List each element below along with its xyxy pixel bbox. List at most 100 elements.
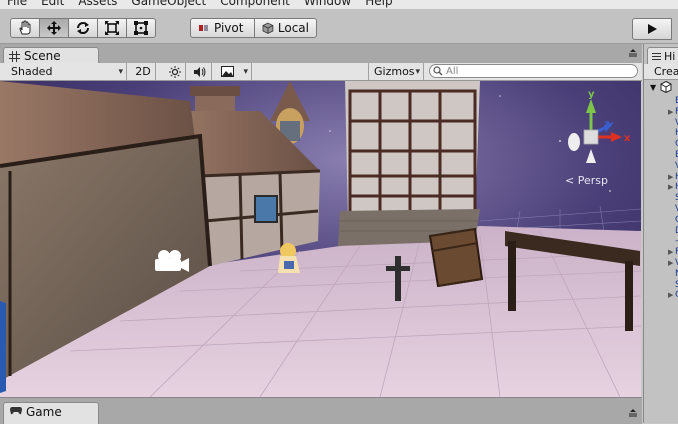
rotate-icon bbox=[77, 22, 89, 34]
lighting-toggle[interactable] bbox=[164, 63, 186, 80]
hierarchy-list-icon bbox=[652, 52, 661, 60]
menu-component[interactable]: Component bbox=[213, 0, 297, 9]
tab-hierarchy-label: Hi bbox=[664, 49, 676, 63]
menu-assets[interactable]: Assets bbox=[71, 0, 124, 9]
pivot-local-group: Pivot Local bbox=[190, 18, 317, 38]
hand-tool-button[interactable] bbox=[10, 18, 40, 38]
hierarchy-row[interactable]: S bbox=[644, 193, 678, 204]
unity-scene-icon bbox=[660, 81, 672, 93]
hierarchy-row[interactable]: ▶ F bbox=[644, 247, 678, 258]
projection-label[interactable]: < Persp bbox=[565, 174, 608, 187]
hierarchy-row[interactable]: V bbox=[644, 204, 678, 215]
hierarchy-list: E▶FVHCEV▶H▶HSVCD—▶F▶VNS▶C bbox=[644, 96, 678, 301]
2d-toggle[interactable]: 2D bbox=[131, 63, 156, 80]
tab-scene[interactable]: Scene bbox=[3, 47, 99, 64]
game-tab-strip: Game bbox=[0, 397, 642, 424]
local-button[interactable]: Local bbox=[254, 18, 317, 38]
hierarchy-row[interactable]: ▶H bbox=[644, 172, 678, 183]
hand-icon bbox=[19, 20, 31, 35]
hierarchy-create-button[interactable]: Crea bbox=[644, 64, 678, 80]
gizmos-dropdown[interactable]: Gizmos bbox=[368, 63, 424, 80]
move-tool-button[interactable] bbox=[39, 18, 69, 38]
gizmos-label: Gizmos bbox=[374, 65, 415, 78]
pivot-label: Pivot bbox=[214, 21, 244, 35]
expand-arrow-icon[interactable]: ▶ bbox=[668, 172, 673, 183]
hierarchy-row[interactable]: E bbox=[644, 96, 678, 107]
scale-tool-button[interactable] bbox=[97, 18, 127, 38]
hierarchy-row[interactable]: D bbox=[644, 226, 678, 237]
collapse-arrow-icon[interactable]: ▼ bbox=[650, 83, 656, 92]
axis-y-label: y bbox=[588, 89, 595, 100]
shading-mode-label: Shaded bbox=[11, 65, 53, 78]
hierarchy-row[interactable]: V bbox=[644, 118, 678, 129]
hierarchy-row[interactable]: V bbox=[644, 161, 678, 172]
speaker-icon bbox=[194, 66, 206, 77]
orientation-gizmo[interactable]: y z x bbox=[566, 87, 636, 167]
tab-scene-label: Scene bbox=[24, 49, 61, 63]
hierarchy-row[interactable]: ▶C bbox=[644, 290, 678, 301]
rect-icon bbox=[134, 21, 148, 35]
axis-y-cone[interactable] bbox=[586, 99, 596, 113]
axis-z-label: z bbox=[604, 119, 610, 130]
hierarchy-row[interactable]: ▶H bbox=[644, 182, 678, 193]
hierarchy-row[interactable]: S bbox=[644, 280, 678, 291]
rect-tool-button[interactable] bbox=[126, 18, 156, 38]
2d-label: 2D bbox=[135, 65, 151, 78]
cube-icon bbox=[262, 22, 274, 34]
tab-game[interactable]: Game bbox=[3, 402, 99, 424]
shading-mode-dropdown[interactable]: Shaded bbox=[0, 63, 127, 80]
menu-file[interactable]: File bbox=[0, 0, 34, 9]
scene-tab-strip: Scene bbox=[0, 44, 642, 64]
menu-help[interactable]: Help bbox=[358, 0, 399, 9]
game-tab-menu-icon[interactable] bbox=[628, 408, 638, 418]
main-toolbar: Pivot Local bbox=[0, 9, 678, 44]
tab-game-label: Game bbox=[26, 405, 62, 419]
scene-toolbar: Shaded 2D Gizmos All bbox=[0, 63, 642, 81]
expand-arrow-icon[interactable]: ▶ bbox=[668, 258, 673, 269]
expand-arrow-icon[interactable]: ▶ bbox=[668, 107, 673, 118]
axis-x-cone[interactable] bbox=[611, 132, 622, 142]
axis-x-label: x bbox=[624, 133, 631, 144]
expand-arrow-icon[interactable]: ▶ bbox=[668, 247, 673, 258]
rotate-tool-button[interactable] bbox=[68, 18, 98, 38]
hierarchy-row[interactable]: ▶V bbox=[644, 258, 678, 269]
search-placeholder: All bbox=[446, 65, 459, 77]
expand-arrow-icon[interactable]: ▶ bbox=[668, 182, 673, 193]
image-icon bbox=[221, 66, 234, 77]
audio-toggle[interactable] bbox=[188, 63, 212, 80]
menu-edit[interactable]: Edit bbox=[34, 0, 71, 9]
hierarchy-row[interactable]: C bbox=[644, 139, 678, 150]
move-arrows-icon bbox=[47, 21, 61, 35]
hierarchy-row[interactable]: — bbox=[644, 236, 678, 247]
hierarchy-panel: Hi Crea ▼ E▶FVHCEV▶H▶HSVCD—▶F▶VNS▶C bbox=[643, 44, 678, 423]
tab-hierarchy[interactable]: Hi bbox=[647, 47, 678, 64]
create-label: Crea bbox=[654, 65, 678, 78]
hierarchy-row[interactable]: E bbox=[644, 150, 678, 161]
scene-viewport[interactable]: y z x < Persp bbox=[0, 81, 641, 397]
sun-icon bbox=[168, 65, 181, 78]
scene-root-row[interactable]: ▼ bbox=[650, 81, 672, 93]
play-button[interactable] bbox=[632, 18, 672, 40]
scale-icon bbox=[105, 21, 119, 35]
tab-menu-icon[interactable] bbox=[628, 48, 638, 58]
local-label: Local bbox=[277, 21, 309, 35]
menu-bar: File Edit Assets GameObject Component Wi… bbox=[0, 0, 678, 9]
menu-window[interactable]: Window bbox=[297, 0, 358, 9]
pivot-button[interactable]: Pivot bbox=[190, 18, 255, 38]
scene-render bbox=[0, 81, 641, 397]
game-controller-icon bbox=[10, 407, 22, 415]
hierarchy-row[interactable]: C bbox=[644, 215, 678, 226]
effects-dropdown[interactable] bbox=[216, 63, 252, 80]
scene-grid-icon bbox=[9, 50, 20, 62]
menu-gameobject[interactable]: GameObject bbox=[124, 0, 213, 9]
search-icon bbox=[433, 66, 443, 76]
transform-tools bbox=[10, 18, 156, 38]
hierarchy-row[interactable]: ▶ F bbox=[644, 107, 678, 118]
play-icon bbox=[648, 24, 657, 34]
scene-search-field[interactable]: All bbox=[429, 64, 638, 78]
hierarchy-row[interactable]: H bbox=[644, 128, 678, 139]
pivot-icon bbox=[199, 25, 208, 31]
expand-arrow-icon[interactable]: ▶ bbox=[668, 290, 673, 301]
gizmo-center-cube[interactable] bbox=[583, 129, 599, 145]
hierarchy-row[interactable]: N bbox=[644, 269, 678, 280]
